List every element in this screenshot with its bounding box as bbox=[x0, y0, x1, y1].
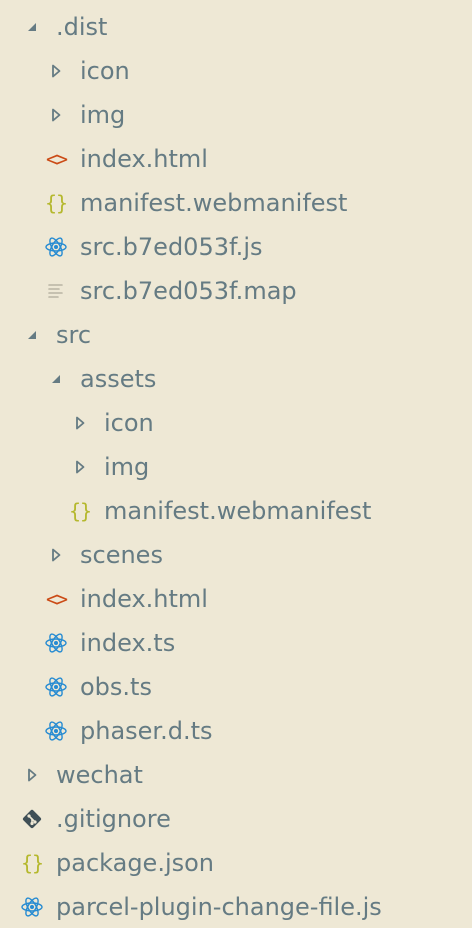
tree-item-label: index.ts bbox=[80, 629, 176, 657]
html-file-icon: <> bbox=[45, 147, 68, 171]
text-file-icon bbox=[44, 269, 68, 313]
react-file-icon bbox=[44, 225, 68, 269]
json-file-icon: {} bbox=[68, 499, 92, 523]
tree-item-label: package.json bbox=[56, 849, 215, 877]
chevron-down-icon[interactable] bbox=[20, 5, 44, 49]
tree-item-label: scenes bbox=[80, 541, 163, 569]
react-file-icon bbox=[20, 885, 44, 928]
chevron-down-icon[interactable] bbox=[20, 313, 44, 357]
tree-item-label: img bbox=[104, 453, 150, 481]
json-file-icon: {} bbox=[44, 191, 68, 215]
tree-item-label: wechat bbox=[56, 761, 143, 789]
tree-item-label: assets bbox=[80, 365, 157, 393]
folder-row-assets[interactable]: assets bbox=[0, 357, 472, 401]
tree-item-label: parcel-plugin-change-file.js bbox=[56, 893, 382, 921]
folder-row-img[interactable]: img bbox=[0, 445, 472, 489]
git-icon bbox=[20, 797, 44, 841]
folder-row-src[interactable]: src bbox=[0, 313, 472, 357]
file-row-index-ts[interactable]: index.ts bbox=[0, 621, 472, 665]
react-file-icon bbox=[44, 621, 68, 665]
folder-row-icon[interactable]: icon bbox=[0, 401, 472, 445]
folder-row-img[interactable]: img bbox=[0, 93, 472, 137]
file-row-src-b7ed053f-map[interactable]: src.b7ed053f.map bbox=[0, 269, 472, 313]
react-file-icon bbox=[44, 709, 68, 753]
file-row-parcel-plugin-change-file-js[interactable]: parcel-plugin-change-file.js bbox=[0, 885, 472, 928]
tree-item-label: manifest.webmanifest bbox=[80, 189, 348, 217]
chevron-right-icon[interactable] bbox=[44, 49, 68, 93]
folder-row-scenes[interactable]: scenes bbox=[0, 533, 472, 577]
tree-item-label: src.b7ed053f.js bbox=[80, 233, 263, 261]
file-row-manifest-webmanifest[interactable]: {} manifest.webmanifest bbox=[0, 489, 472, 533]
tree-item-label: icon bbox=[80, 57, 130, 85]
file-row-index-html[interactable]: <> index.html bbox=[0, 577, 472, 621]
file-row-gitignore[interactable]: .gitignore bbox=[0, 797, 472, 841]
file-row-package-json[interactable]: {} package.json bbox=[0, 841, 472, 885]
folder-row-wechat[interactable]: wechat bbox=[0, 753, 472, 797]
folder-row-dist[interactable]: .dist bbox=[0, 5, 472, 49]
tree-item-label: phaser.d.ts bbox=[80, 717, 213, 745]
file-row-src-b7ed053f-js[interactable]: src.b7ed053f.js bbox=[0, 225, 472, 269]
file-row-obs-ts[interactable]: obs.ts bbox=[0, 665, 472, 709]
chevron-down-icon[interactable] bbox=[44, 357, 68, 401]
chevron-right-icon[interactable] bbox=[44, 93, 68, 137]
chevron-right-icon[interactable] bbox=[44, 533, 68, 577]
file-row-phaser-d-ts[interactable]: phaser.d.ts bbox=[0, 709, 472, 753]
tree-item-label: src bbox=[56, 321, 92, 349]
tree-item-label: manifest.webmanifest bbox=[104, 497, 372, 525]
html-file-icon: <> bbox=[45, 587, 68, 611]
folder-row-icon[interactable]: icon bbox=[0, 49, 472, 93]
tree-item-label: img bbox=[80, 101, 126, 129]
tree-item-label: src.b7ed053f.map bbox=[80, 277, 297, 305]
tree-item-label: .dist bbox=[56, 13, 108, 41]
file-row-manifest-webmanifest[interactable]: {} manifest.webmanifest bbox=[0, 181, 472, 225]
tree-item-label: obs.ts bbox=[80, 673, 152, 701]
file-explorer-tree: .dist icon img <> index.html {} manifest.webma… bbox=[0, 0, 472, 928]
tree-item-label: .gitignore bbox=[56, 805, 171, 833]
chevron-right-icon[interactable] bbox=[68, 401, 92, 445]
file-row-index-html[interactable]: <> index.html bbox=[0, 137, 472, 181]
json-file-icon: {} bbox=[20, 851, 44, 875]
tree-item-label: index.html bbox=[80, 585, 208, 613]
tree-item-label: index.html bbox=[80, 145, 208, 173]
tree-item-label: icon bbox=[104, 409, 154, 437]
chevron-right-icon[interactable] bbox=[20, 753, 44, 797]
chevron-right-icon[interactable] bbox=[68, 445, 92, 489]
react-file-icon bbox=[44, 665, 68, 709]
